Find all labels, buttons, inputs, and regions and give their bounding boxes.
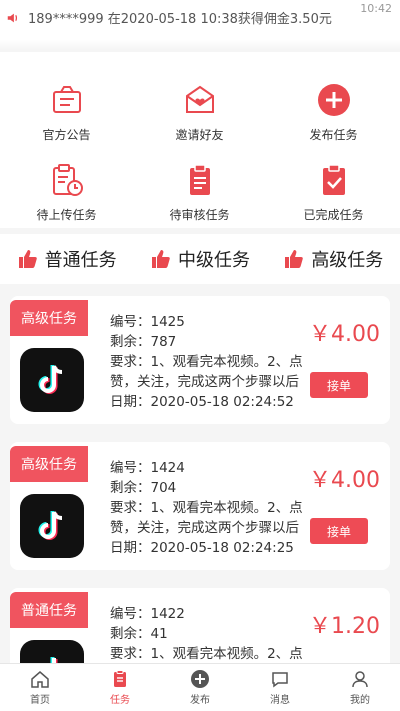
nav-label: 我的 bbox=[350, 695, 370, 706]
thumbs-up-icon bbox=[151, 250, 170, 268]
nav-messages[interactable]: 消息 bbox=[240, 664, 320, 711]
clipboard-clock-icon bbox=[52, 164, 83, 196]
home-icon bbox=[31, 671, 49, 688]
task-date: 日期：2020-05-18 02:24:25 bbox=[110, 540, 294, 556]
task-requirement: 要求：1、观看完本视频。2、点 bbox=[110, 354, 303, 370]
task-card[interactable]: 高级任务 编号：1424 剩余：704 要求：1、观看完本视频。2、点 赞，关注… bbox=[10, 442, 390, 570]
commission-notice: 189****999 在2020-05-18 10:38获得佣金3.50元 bbox=[6, 8, 332, 27]
accept-task-button[interactable]: 接单 bbox=[310, 372, 368, 398]
menu-label: 发布任务 bbox=[309, 128, 358, 142]
task-id: 编号：1422 bbox=[110, 606, 185, 622]
task-icon bbox=[114, 670, 126, 687]
tab-advanced[interactable]: 高级任务 bbox=[283, 246, 383, 272]
tab-normal[interactable]: 普通任务 bbox=[17, 246, 117, 272]
accept-task-button[interactable]: 接单 bbox=[310, 518, 368, 544]
tiktok-logo-icon bbox=[20, 494, 84, 558]
nav-publish[interactable]: 发布 bbox=[160, 664, 240, 711]
tiktok-logo-icon bbox=[20, 348, 84, 412]
task-info: 编号：1424 剩余：704 要求：1、观看完本视频。2、点 赞，关注，完成这两… bbox=[110, 458, 310, 558]
menu-label: 邀请好友 bbox=[175, 128, 224, 142]
divider bbox=[0, 40, 400, 50]
menu-invite-friends[interactable]: 邀请好友 bbox=[133, 72, 266, 152]
nav-label: 任务 bbox=[110, 695, 130, 706]
task-id: 编号：1425 bbox=[110, 314, 185, 330]
tab-intermediate[interactable]: 中级任务 bbox=[150, 246, 250, 272]
task-info: 编号：1422 剩余：41 要求：1、观看完本视频。2、点 bbox=[110, 604, 310, 664]
task-price: ￥4.00 bbox=[309, 322, 380, 347]
task-requirement-cont: 赞，关注，完成这两个步骤以后 bbox=[110, 520, 299, 536]
menu-label: 已完成任务 bbox=[303, 208, 364, 222]
nav-profile[interactable]: 我的 bbox=[320, 664, 400, 711]
announcement-icon bbox=[52, 86, 81, 113]
task-requirement-cont: 赞，关注，完成这两个步骤以后 bbox=[110, 374, 299, 390]
thumbs-up-icon bbox=[18, 250, 37, 268]
tab-label: 高级任务 bbox=[311, 250, 384, 271]
task-remaining: 剩余：787 bbox=[110, 334, 177, 350]
menu-label: 待上传任务 bbox=[36, 208, 97, 222]
nav-label: 发布 bbox=[190, 695, 210, 706]
task-requirement: 要求：1、观看完本视频。2、点 bbox=[110, 646, 303, 662]
quick-menu: 官方公告 邀请好友 发布任务 待上传任务 待审核任务 已完成任务 bbox=[0, 52, 400, 228]
nav-home[interactable]: 首页 bbox=[0, 664, 80, 711]
nav-label: 首页 bbox=[30, 695, 50, 706]
task-level-badge: 高级任务 bbox=[10, 300, 88, 336]
profile-icon bbox=[352, 671, 368, 688]
nav-label: 消息 bbox=[270, 695, 290, 706]
notice-text: 189****999 在2020-05-18 10:38获得佣金3.50元 bbox=[28, 12, 332, 27]
status-icons: 10:42 bbox=[360, 2, 392, 15]
task-date: 日期：2020-05-18 02:24:52 bbox=[110, 394, 294, 410]
task-requirement: 要求：1、观看完本视频。2、点 bbox=[110, 500, 303, 516]
clipboard-list-icon bbox=[189, 164, 210, 195]
task-remaining: 剩余：704 bbox=[110, 480, 177, 496]
task-info: 编号：1425 剩余：787 要求：1、观看完本视频。2、点 赞，关注，完成这两… bbox=[110, 312, 310, 412]
nav-tasks[interactable]: 任务 bbox=[80, 664, 160, 711]
task-card[interactable]: 高级任务 编号：1425 剩余：787 要求：1、观看完本视频。2、点 赞，关注… bbox=[10, 296, 390, 424]
menu-completed[interactable]: 已完成任务 bbox=[267, 152, 400, 232]
status-time: 10:42 bbox=[360, 2, 392, 15]
menu-publish-task[interactable]: 发布任务 bbox=[267, 72, 400, 152]
menu-pending-review[interactable]: 待审核任务 bbox=[133, 152, 266, 232]
plus-circle-icon bbox=[317, 84, 350, 116]
task-level-badge: 普通任务 bbox=[10, 592, 88, 628]
tab-label: 中级任务 bbox=[177, 250, 250, 271]
menu-official-announcement[interactable]: 官方公告 bbox=[0, 72, 133, 152]
speaker-icon bbox=[7, 13, 18, 22]
thumbs-up-icon bbox=[285, 250, 304, 268]
menu-label: 待审核任务 bbox=[169, 208, 230, 222]
task-price: ￥4.00 bbox=[309, 468, 380, 493]
invite-envelope-icon bbox=[185, 85, 214, 113]
bottom-navigation: 首页 任务 发布 消息 我的 bbox=[0, 663, 400, 711]
publish-icon bbox=[191, 670, 209, 688]
clipboard-check-icon bbox=[322, 164, 345, 195]
menu-label: 官方公告 bbox=[42, 128, 91, 142]
tab-label: 普通任务 bbox=[44, 250, 117, 271]
menu-pending-upload[interactable]: 待上传任务 bbox=[0, 152, 133, 232]
task-id: 编号：1424 bbox=[110, 460, 185, 476]
task-level-tabs: 普通任务 中级任务 高级任务 bbox=[0, 234, 400, 284]
task-price: ￥1.20 bbox=[309, 614, 380, 639]
task-level-badge: 高级任务 bbox=[10, 446, 88, 482]
message-icon bbox=[272, 672, 288, 688]
task-remaining: 剩余：41 bbox=[110, 626, 168, 642]
